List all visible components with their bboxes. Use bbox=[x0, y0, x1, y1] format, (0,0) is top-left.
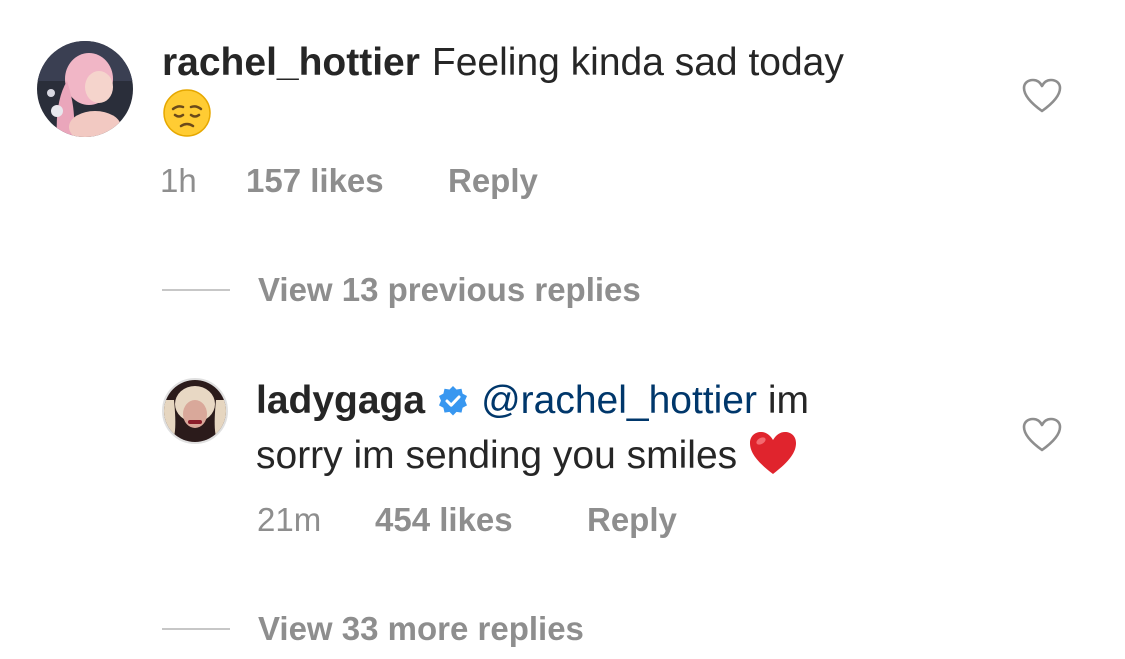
commenter-avatar-image bbox=[37, 41, 133, 137]
comment-reply-button[interactable]: Reply bbox=[448, 162, 538, 200]
reply-body: ladygaga @rachel_hottier im sorry im sen… bbox=[256, 376, 976, 489]
comment-timestamp: 1h bbox=[160, 162, 197, 199]
commenter-username[interactable]: rachel_hottier bbox=[162, 41, 420, 84]
reply-username[interactable]: ladygaga bbox=[256, 379, 425, 422]
pensive-face-emoji bbox=[162, 88, 212, 151]
red-heart-emoji bbox=[748, 430, 798, 489]
divider-line bbox=[162, 628, 230, 630]
reply-reply-button[interactable]: Reply bbox=[587, 501, 677, 539]
reply-like-heart-icon[interactable] bbox=[1022, 417, 1062, 453]
verified-badge-icon bbox=[437, 380, 469, 430]
divider-line bbox=[162, 289, 230, 291]
reply-likes-count[interactable]: 454 likes bbox=[375, 501, 513, 539]
reply-meta: 21m 454 likes Reply bbox=[257, 501, 857, 541]
commenter-avatar[interactable] bbox=[37, 41, 133, 137]
view-more-replies-label[interactable]: View 33 more replies bbox=[258, 610, 584, 648]
comment-likes-count[interactable]: 157 likes bbox=[246, 162, 384, 200]
reply-avatar-image bbox=[164, 380, 226, 442]
reply-text-line1: im bbox=[767, 379, 809, 422]
view-previous-replies[interactable]: View 13 previous replies bbox=[162, 270, 641, 310]
reply-mention-link[interactable]: @rachel_hottier bbox=[481, 379, 757, 422]
reply-avatar[interactable] bbox=[162, 378, 228, 444]
view-more-replies[interactable]: View 33 more replies bbox=[162, 609, 584, 649]
comment-text: Feeling kinda sad today bbox=[431, 41, 844, 84]
reply-timestamp: 21m bbox=[257, 501, 322, 538]
comment-like-heart-icon[interactable] bbox=[1022, 78, 1062, 114]
reply-text-line2: sorry im sending you smiles bbox=[256, 434, 738, 477]
view-previous-replies-label[interactable]: View 13 previous replies bbox=[258, 271, 641, 309]
comment-meta: 1h 157 likes Reply bbox=[160, 162, 760, 202]
comment-body: rachel_hottier Feeling kinda sad today bbox=[162, 38, 962, 151]
